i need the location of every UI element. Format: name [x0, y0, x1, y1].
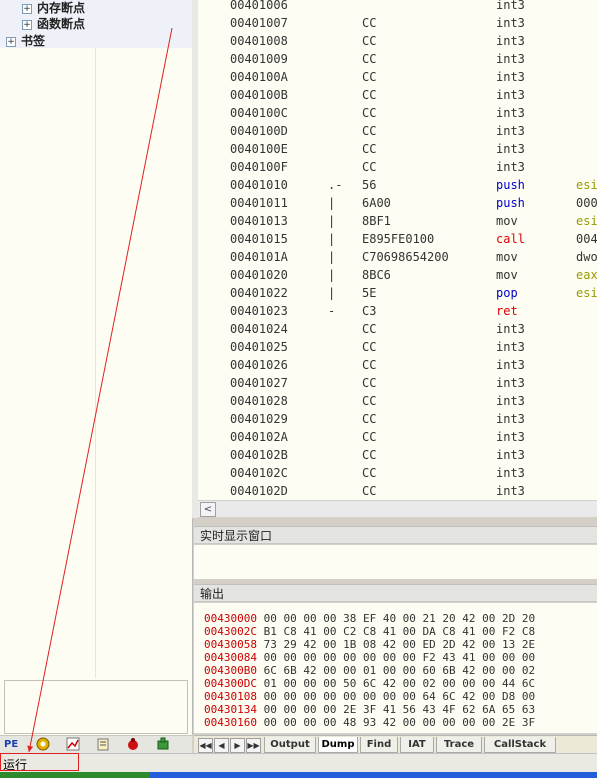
arrow-line: [27, 27, 173, 753]
annotation-arrow: [27, 27, 173, 753]
